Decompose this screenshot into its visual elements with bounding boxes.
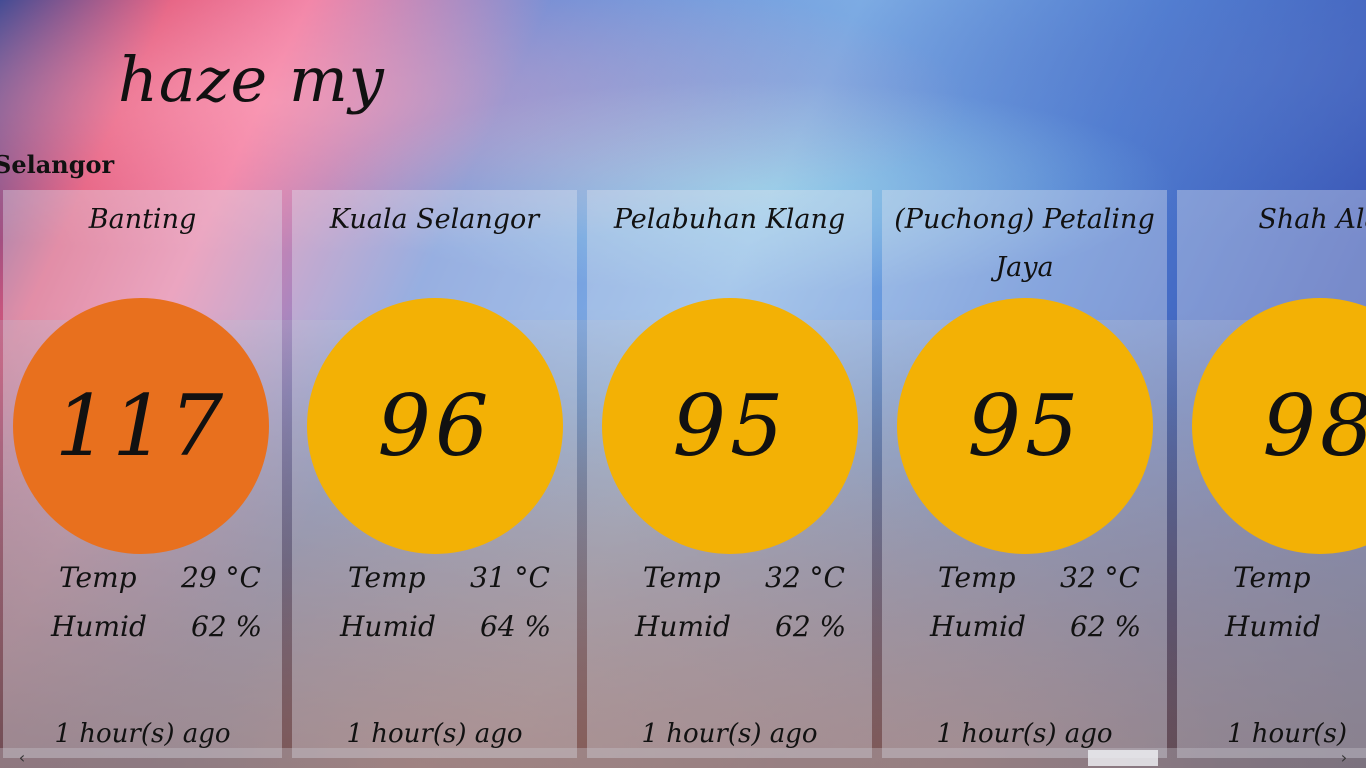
station-list: Banting 117 Temp 29 °C Humid 62 % 1 hour… bbox=[0, 190, 1366, 758]
station-name: Shah Ala bbox=[1258, 204, 1366, 235]
aqi-value: 95 bbox=[672, 377, 788, 475]
horizontal-scrollbar[interactable]: ‹ › bbox=[0, 748, 1366, 768]
temperature-label: Temp bbox=[1233, 561, 1311, 594]
station-card[interactable]: Banting 117 Temp 29 °C Humid 62 % 1 hour… bbox=[3, 190, 282, 758]
humidity-value: 64 % bbox=[480, 610, 552, 643]
scrollbar-thumb[interactable] bbox=[1088, 750, 1158, 766]
chevron-right-icon[interactable]: › bbox=[1334, 748, 1354, 768]
humidity-value: 62 % bbox=[1070, 610, 1142, 643]
humidity-label: Humid bbox=[635, 610, 731, 643]
aqi-indicator: 117 bbox=[13, 298, 269, 554]
temperature-value: 29 °C bbox=[181, 561, 261, 594]
updated-time: 1 hour(s) ago bbox=[346, 719, 523, 749]
updated-time: 1 hour(s) ago bbox=[54, 719, 231, 749]
temperature-label: Temp bbox=[59, 561, 137, 594]
chevron-left-icon[interactable]: ‹ bbox=[12, 748, 32, 768]
aqi-value: 117 bbox=[54, 377, 228, 475]
aqi-indicator: 95 bbox=[897, 298, 1153, 554]
aqi-indicator: 98 bbox=[1192, 298, 1366, 554]
temperature-label: Temp bbox=[643, 561, 721, 594]
temperature-value: 32 °C bbox=[1060, 561, 1140, 594]
temperature-value: 32 °C bbox=[765, 561, 845, 594]
humidity-label: Humid bbox=[51, 610, 147, 643]
station-card[interactable]: Pelabuhan Klang 95 Temp 32 °C Humid 62 %… bbox=[587, 190, 872, 758]
station-card[interactable]: (Puchong) Petaling Jaya 95 Temp 32 °C Hu… bbox=[882, 190, 1167, 758]
humidity-label: Humid bbox=[340, 610, 436, 643]
aqi-value: 98 bbox=[1262, 377, 1366, 475]
app-title: haze my bbox=[118, 43, 385, 116]
station-card[interactable]: Kuala Selangor 96 Temp 31 °C Humid 64 % … bbox=[292, 190, 577, 758]
updated-time: 1 hour(s) ago bbox=[936, 719, 1113, 749]
aqi-indicator: 95 bbox=[602, 298, 858, 554]
aqi-value: 96 bbox=[377, 377, 493, 475]
temperature-label: Temp bbox=[938, 561, 1016, 594]
humidity-label: Humid bbox=[1225, 610, 1321, 643]
region-heading: Selangor bbox=[0, 150, 115, 179]
humidity-label: Humid bbox=[930, 610, 1026, 643]
humidity-value: 62 % bbox=[775, 610, 847, 643]
temperature-value: 31 °C bbox=[470, 561, 550, 594]
station-name: Pelabuhan Klang bbox=[613, 204, 846, 235]
temperature-label: Temp bbox=[348, 561, 426, 594]
updated-time: 1 hour(s) bbox=[1227, 719, 1348, 749]
updated-time: 1 hour(s) ago bbox=[641, 719, 818, 749]
station-card[interactable]: Shah Ala 98 Temp Humid 1 hour(s) bbox=[1177, 190, 1366, 758]
station-name: Banting bbox=[88, 204, 197, 235]
aqi-value: 95 bbox=[967, 377, 1083, 475]
station-name: (Puchong) Petaling Jaya bbox=[894, 204, 1155, 283]
humidity-value: 62 % bbox=[191, 610, 263, 643]
station-name: Kuala Selangor bbox=[329, 204, 540, 235]
aqi-indicator: 96 bbox=[307, 298, 563, 554]
